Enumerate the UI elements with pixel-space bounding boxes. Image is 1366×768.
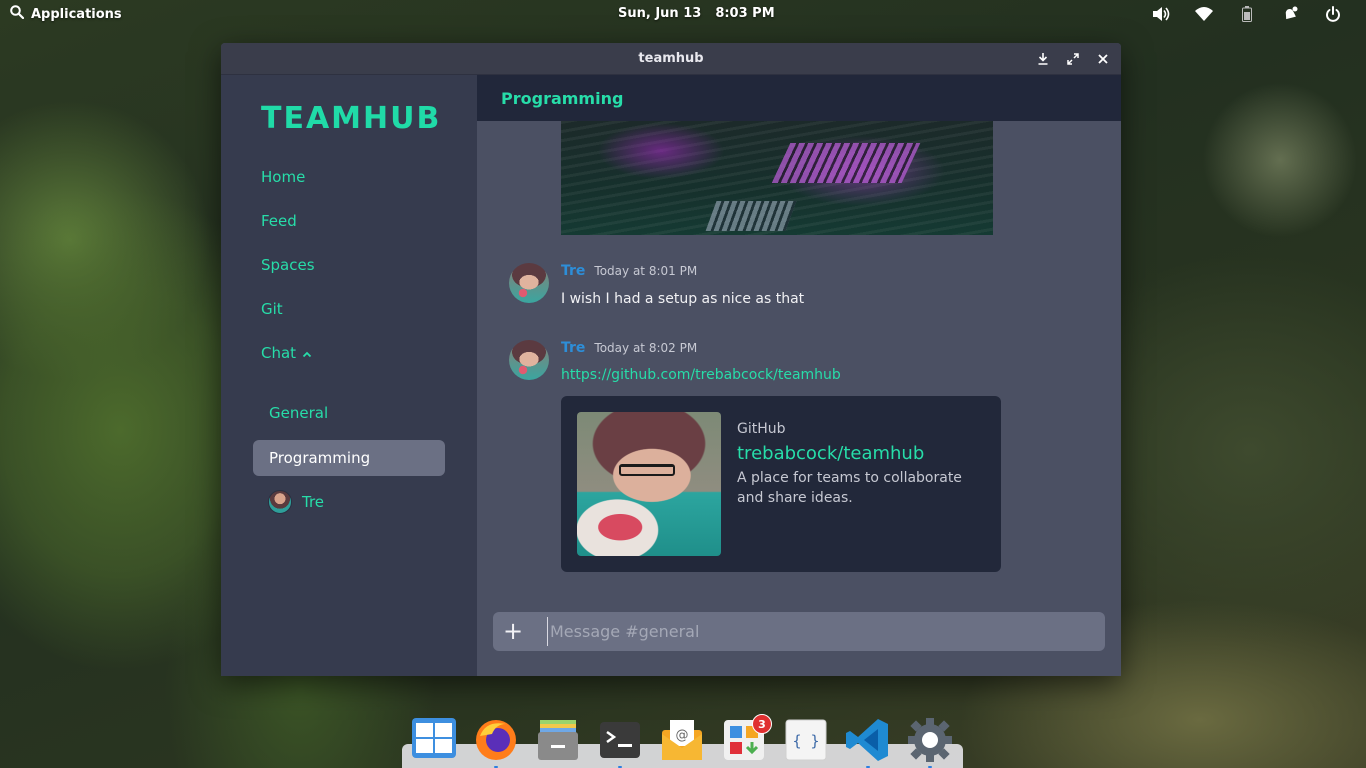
files-icon[interactable] — [534, 716, 582, 764]
message-input[interactable] — [547, 617, 1087, 646]
top-panel: Applications Sun, Jun 13 8:03 PM — [0, 0, 1366, 28]
nav-chat-label: Chat — [261, 344, 297, 362]
system-indicators — [1139, 4, 1354, 24]
sidebar: TEAMHUB Home Feed Spaces Git Chat Genera… — [221, 75, 477, 676]
avatar[interactable] — [509, 263, 549, 303]
date-time-indicator[interactable]: Sun, Jun 13 8:03 PM — [618, 6, 775, 21]
message-timestamp: Today at 8:02 PM — [594, 341, 698, 355]
search-icon — [10, 5, 25, 23]
update-count-badge: 3 — [752, 714, 772, 734]
glasses-graphic — [619, 464, 675, 476]
link-preview-site: GitHub — [737, 421, 786, 437]
chat-channel-general[interactable]: General — [253, 395, 445, 431]
applications-menu-button[interactable]: Applications — [10, 5, 122, 23]
keyboard-graphic — [771, 143, 921, 183]
link-preview-title[interactable]: trebabcock/teamhub — [737, 443, 924, 464]
power-icon[interactable] — [1311, 4, 1354, 24]
nav-chat[interactable]: Chat — [261, 344, 312, 362]
close-icon[interactable] — [1091, 49, 1115, 69]
download-icon[interactable] — [1031, 49, 1055, 69]
nav-git[interactable]: Git — [261, 300, 283, 318]
window-controls — [1031, 49, 1115, 69]
link-preview-image — [577, 412, 721, 556]
message-timestamp: Today at 8:01 PM — [594, 264, 698, 278]
laptop-graphic — [705, 201, 797, 231]
notifications-icon[interactable] — [1268, 4, 1311, 24]
message-author[interactable]: Tre — [561, 340, 585, 356]
message-text: I wish I had a setup as nice as that — [561, 291, 805, 307]
message-author[interactable]: Tre — [561, 263, 585, 279]
date-label: Sun, Jun 13 — [618, 6, 702, 21]
terminal-icon[interactable] — [596, 716, 644, 768]
code-icon[interactable]: { } — [782, 716, 830, 764]
link-preview-card[interactable]: GitHub trebabcock/teamhub A place for te… — [561, 396, 1001, 572]
chevron-up-icon — [302, 344, 312, 362]
maximize-icon[interactable] — [1061, 49, 1085, 69]
applications-label: Applications — [31, 6, 122, 22]
message-link[interactable]: https://github.com/trebabcock/teamhub — [561, 367, 841, 383]
dock-apps: @ 3 { } — [410, 714, 954, 768]
teamhub-window: teamhub TEAMHUB Home Feed Spaces Git Cha… — [221, 43, 1121, 676]
chat-channel-programming[interactable]: Programming — [253, 440, 445, 476]
window-titlebar[interactable]: teamhub — [221, 43, 1121, 75]
mail-icon[interactable]: @ — [658, 716, 706, 764]
settings-icon[interactable] — [906, 716, 954, 768]
battery-icon[interactable] — [1225, 4, 1268, 24]
window-title: teamhub — [638, 51, 704, 66]
volume-icon[interactable] — [1139, 4, 1182, 24]
add-attachment-button[interactable]: + — [501, 616, 525, 647]
channel-header: Programming — [477, 75, 1121, 121]
shared-image-setup[interactable] — [561, 121, 993, 235]
vscode-icon[interactable] — [844, 716, 892, 768]
svg-text:{ }: { } — [792, 732, 819, 750]
chat-channel-label: Programming — [269, 449, 371, 467]
chat-dm-label: Tre — [302, 493, 325, 511]
avatar — [268, 490, 292, 514]
chat-main: Programming Tre Today at 8:01 PM I wish … — [477, 75, 1121, 676]
link-preview-description: A place for teams to collaborate and sha… — [737, 470, 962, 506]
nav-home[interactable]: Home — [261, 168, 305, 186]
nav-spaces[interactable]: Spaces — [261, 256, 315, 274]
chat-channel-label: General — [269, 404, 329, 422]
firefox-icon[interactable] — [472, 716, 520, 768]
chat-dm-tre[interactable]: Tre — [253, 484, 445, 520]
nav-feed[interactable]: Feed — [261, 212, 297, 230]
wifi-icon[interactable] — [1182, 4, 1225, 24]
appcenter-icon[interactable]: 3 — [720, 714, 772, 764]
time-label: 8:03 PM — [715, 6, 775, 21]
multitasking-view-icon[interactable] — [410, 716, 458, 764]
avatar[interactable] — [509, 340, 549, 380]
app-logo: TEAMHUB — [261, 101, 442, 136]
svg-text:@: @ — [676, 728, 689, 743]
message-composer: + — [493, 612, 1105, 651]
channel-title: Programming — [501, 88, 624, 108]
